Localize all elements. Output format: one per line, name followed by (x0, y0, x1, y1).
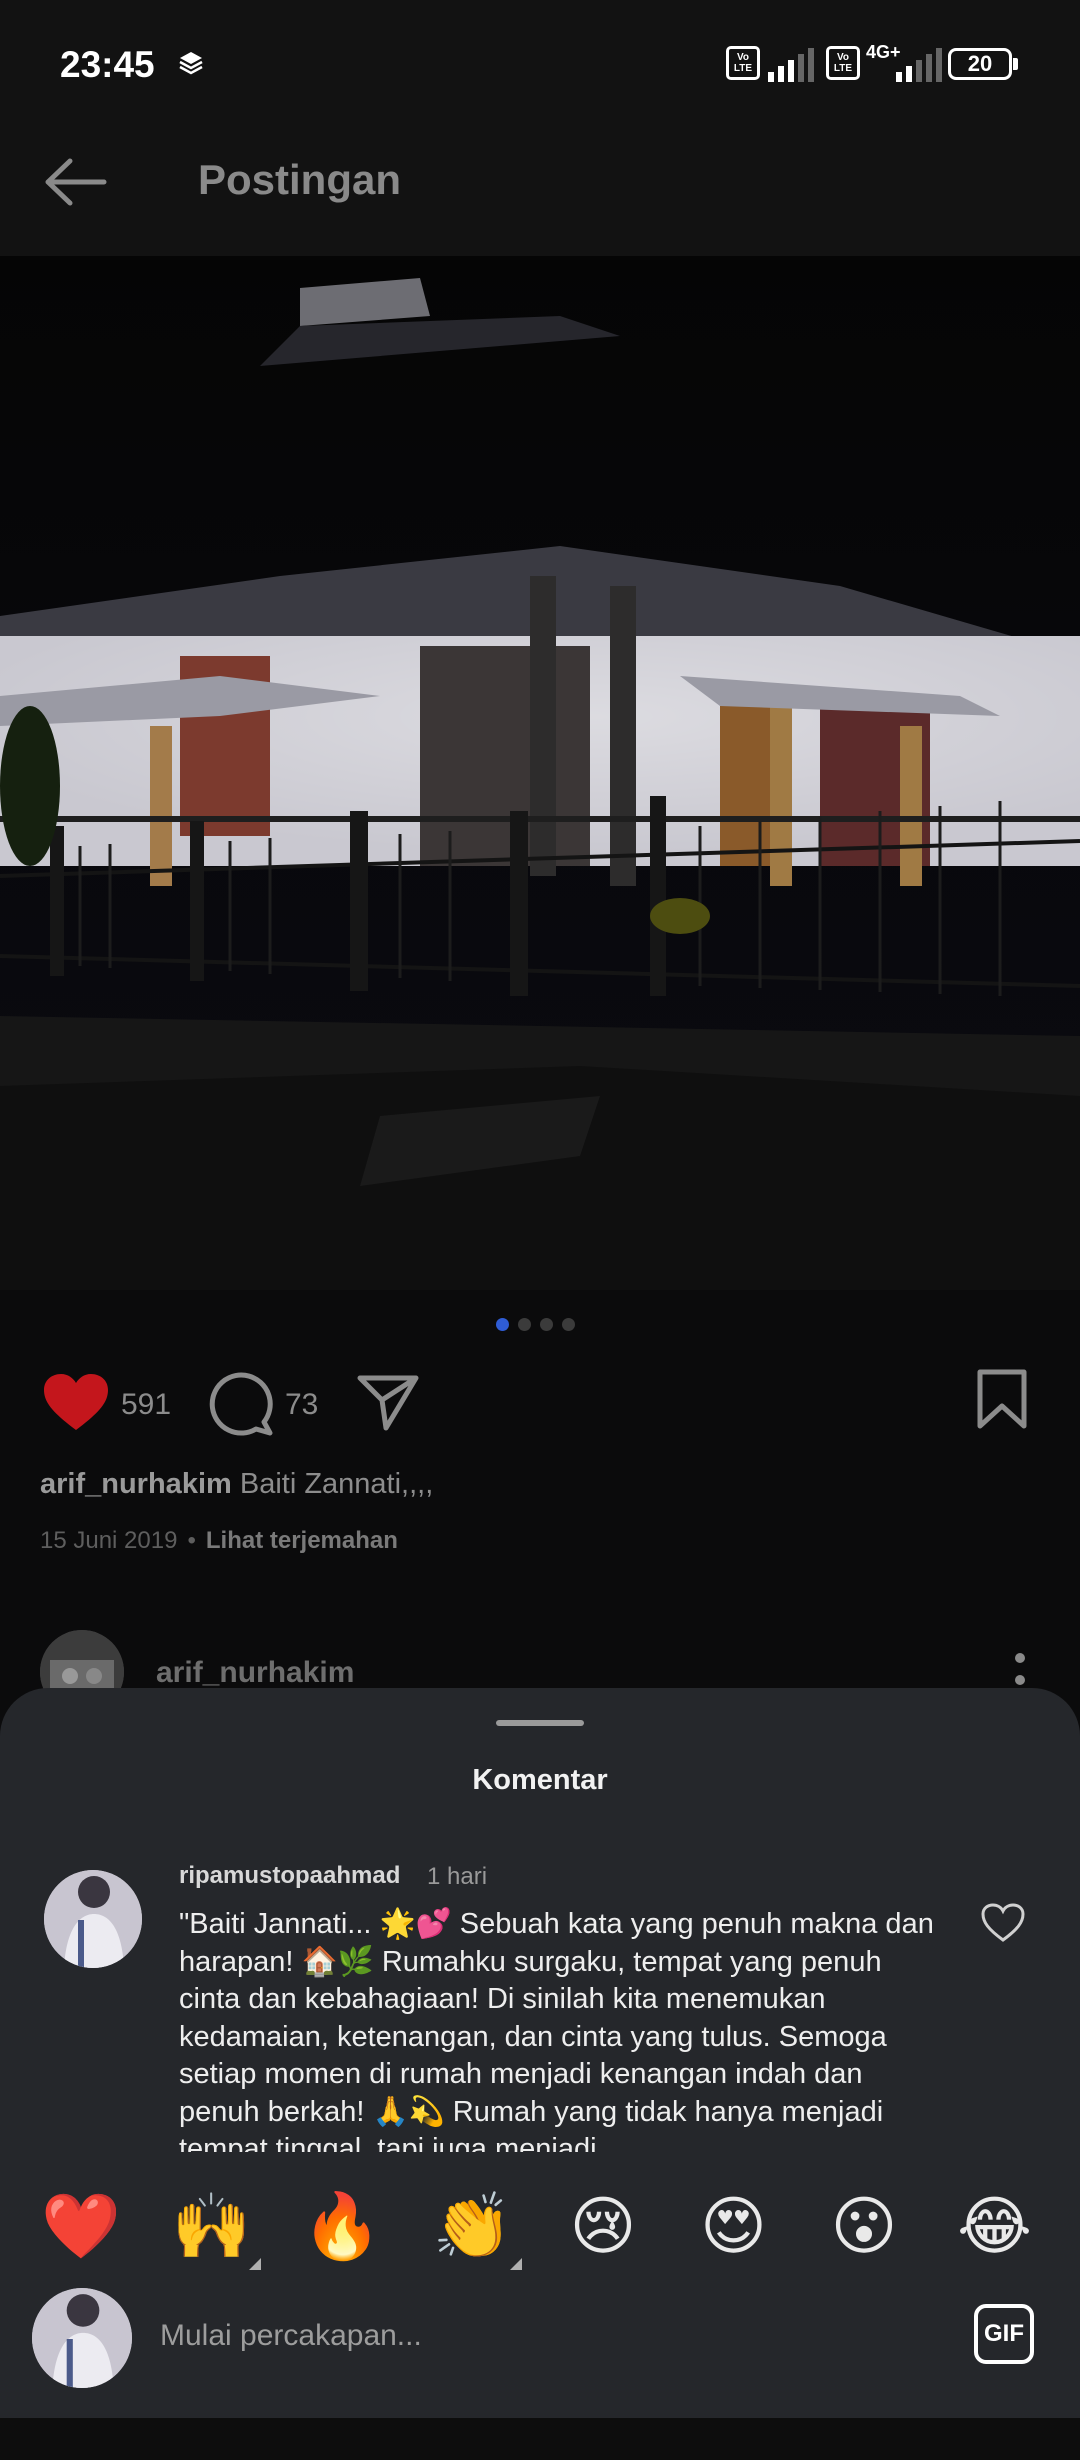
sheet-drag-handle[interactable] (496, 1720, 584, 1726)
heart-eyes-emoji[interactable]: 😍 (693, 2190, 775, 2262)
system-nav-bar (0, 2418, 1080, 2460)
comment-input[interactable] (160, 2296, 920, 2376)
gif-button[interactable]: GIF (974, 2304, 1034, 2364)
surprised-emoji[interactable]: 😮 (823, 2190, 905, 2262)
comment-text: "Baiti Jannati... 🌟💕 Sebuah kata yang pe… (179, 1908, 934, 2152)
translate-link[interactable]: Lihat terjemahan (206, 1527, 398, 1554)
caption-username[interactable]: arif_nurhakim (40, 1468, 232, 1500)
carousel-indicator (496, 1318, 575, 1331)
caption-text: Baiti Zannati,,,, (239, 1468, 434, 1500)
quick-reaction-bar: ❤️ 🙌 🔥 👏 😢 😍 😮 😂 (0, 2178, 1080, 2278)
post-image[interactable] (0, 256, 1080, 1290)
comment-time: 1 hari (427, 1863, 488, 1890)
comment-count[interactable]: 73 (285, 1388, 318, 1422)
battery-icon: 20 (948, 48, 1012, 80)
like-count[interactable]: 591 (121, 1388, 171, 1422)
bookmark-icon[interactable] (974, 1368, 1030, 1430)
fire-emoji[interactable]: 🔥 (301, 2190, 383, 2262)
volte-icon: Vo LTE (726, 46, 760, 80)
house-photo (0, 256, 1080, 1290)
heart-emoji[interactable]: ❤️ (40, 2190, 122, 2262)
raised-hands-emoji[interactable]: 🙌 (171, 2190, 253, 2262)
carousel-dot (518, 1318, 531, 1331)
carousel-dot (562, 1318, 575, 1331)
avatar[interactable] (44, 1870, 142, 1968)
clapping-emoji[interactable]: 👏 (432, 2190, 514, 2262)
avatar (32, 2288, 132, 2388)
post-meta: 15 Juni 2019 • Lihat terjemahan (40, 1527, 398, 1555)
crying-emoji[interactable]: 😢 (562, 2190, 644, 2262)
back-arrow-icon[interactable] (42, 157, 108, 207)
heart-filled-icon[interactable] (42, 1372, 110, 1434)
signal-icon (896, 46, 942, 82)
post-author[interactable]: arif_nurhakim (156, 1656, 354, 1690)
volte-icon: Vo LTE (826, 46, 860, 80)
post-caption: arif_nurhakim Baiti Zannati,,,, (40, 1468, 433, 1501)
carousel-dot (540, 1318, 553, 1331)
layers-icon (179, 52, 203, 75)
carousel-dot (496, 1318, 509, 1331)
comment-username[interactable]: ripamustopaahmad (179, 1862, 400, 1890)
heart-outline-icon[interactable] (980, 1902, 1026, 1944)
comment-icon[interactable] (208, 1370, 274, 1436)
signal-icon (768, 46, 814, 82)
status-time: 23:45 (60, 44, 155, 85)
page-title: Postingan (198, 156, 402, 203)
share-icon[interactable] (356, 1372, 420, 1432)
skin-tone-indicator (509, 2258, 522, 2270)
post-date: 15 Juni 2019 (40, 1527, 178, 1554)
skin-tone-indicator (248, 2258, 261, 2270)
laughing-emoji[interactable]: 😂 (954, 2190, 1036, 2262)
sheet-title: Komentar (472, 1764, 608, 1796)
meta-separator: • (187, 1527, 196, 1554)
battery-tip (1013, 58, 1018, 70)
app-header (0, 130, 1080, 256)
